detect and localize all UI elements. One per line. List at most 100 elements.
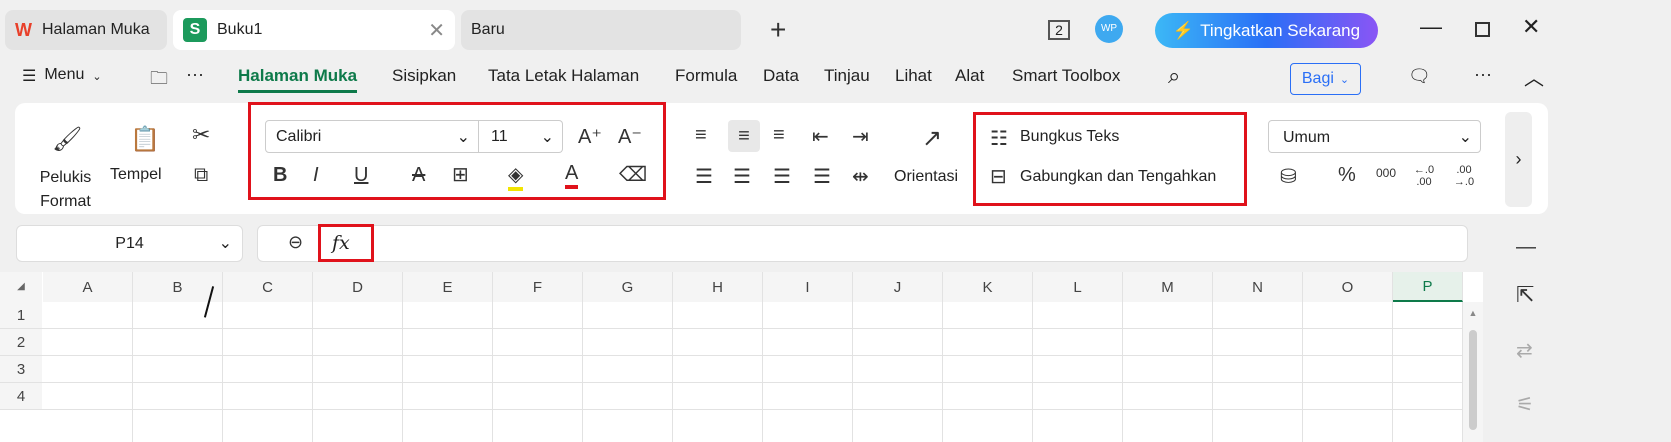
column-header-g[interactable]: G bbox=[583, 272, 673, 302]
gridline bbox=[762, 302, 763, 442]
increase-indent-icon[interactable]: ⇥ bbox=[852, 124, 869, 149]
vertical-scrollbar[interactable]: ▲ bbox=[1463, 302, 1483, 442]
select-cursor-icon[interactable]: ⇱ bbox=[1516, 282, 1534, 308]
column-header-k[interactable]: K bbox=[943, 272, 1033, 302]
column-header-a[interactable]: A bbox=[43, 272, 133, 302]
align-right-icon[interactable]: ☰ bbox=[773, 164, 791, 189]
gridline bbox=[42, 409, 1463, 410]
align-bottom-icon[interactable]: ≡ bbox=[773, 124, 785, 147]
share-button[interactable]: Bagi ⌄ bbox=[1290, 63, 1361, 95]
chevron-down-icon: ⌄ bbox=[1458, 129, 1472, 146]
lightning-icon: ⚡ bbox=[1172, 20, 1195, 40]
collapse-panel-icon[interactable]: — bbox=[1516, 236, 1536, 259]
scroll-up-icon[interactable]: ▲ bbox=[1463, 308, 1483, 318]
name-box[interactable]: P14 ⌄ bbox=[16, 225, 243, 262]
row-header-3[interactable]: 3 bbox=[0, 356, 42, 383]
cell-ref: P14 bbox=[115, 235, 144, 252]
upgrade-button[interactable]: ⚡ Tingkatkan Sekarang bbox=[1155, 13, 1378, 48]
avatar[interactable]: WP bbox=[1095, 15, 1123, 43]
column-header-f[interactable]: F bbox=[493, 272, 583, 302]
menu-tab-insert[interactable]: Sisipkan bbox=[392, 66, 456, 86]
column-header-d[interactable]: D bbox=[313, 272, 403, 302]
currency-icon[interactable]: ⛁ bbox=[1280, 164, 1297, 189]
menu-tab-tools[interactable]: Alat bbox=[955, 66, 984, 86]
column-header-o[interactable]: O bbox=[1303, 272, 1393, 302]
row-header-1[interactable]: 1 bbox=[0, 302, 42, 329]
justify-icon[interactable]: ☰ bbox=[813, 164, 831, 189]
gridline bbox=[852, 302, 853, 442]
menu-tab-view[interactable]: Lihat bbox=[895, 66, 932, 86]
tab-home[interactable]: W Halaman Muka bbox=[5, 10, 167, 50]
gridline bbox=[132, 302, 133, 442]
menu-tab-review[interactable]: Tinjau bbox=[824, 66, 870, 86]
folder-icon[interactable]: 🗀 bbox=[150, 66, 168, 96]
percent-icon[interactable]: % bbox=[1338, 164, 1356, 187]
distributed-icon[interactable]: ⇹ bbox=[852, 164, 869, 189]
zoom-formula-icon[interactable]: ⊖ bbox=[288, 232, 303, 253]
font-group-highlight bbox=[248, 102, 666, 200]
format-painter-label[interactable]: Pelukis Format bbox=[28, 166, 103, 214]
formula-input[interactable] bbox=[257, 225, 1468, 262]
collapse-ribbon-icon[interactable]: ︿ bbox=[1524, 62, 1544, 91]
menu-tab-page-layout[interactable]: Tata Letak Halaman bbox=[488, 66, 639, 86]
column-header-m[interactable]: M bbox=[1123, 272, 1213, 302]
more-options-icon[interactable]: ··· bbox=[1474, 64, 1492, 85]
column-header-p[interactable]: P bbox=[1393, 272, 1463, 302]
orientation-button[interactable]: Orientasi bbox=[894, 168, 958, 186]
align-top-icon[interactable]: ≡ bbox=[695, 124, 707, 147]
scroll-thumb[interactable] bbox=[1469, 330, 1477, 430]
align-left-icon[interactable]: ☰ bbox=[695, 164, 713, 189]
menu-button[interactable]: ☰ Menu ⌄ bbox=[22, 66, 102, 86]
align-center-icon[interactable]: ☰ bbox=[733, 164, 751, 189]
close-tab-icon[interactable]: ✕ bbox=[428, 18, 445, 43]
minimize-button[interactable]: — bbox=[1420, 14, 1442, 40]
maximize-button[interactable] bbox=[1475, 22, 1490, 37]
paste-label[interactable]: Tempel bbox=[110, 166, 162, 184]
number-format-select[interactable]: Umum ⌄ bbox=[1268, 120, 1481, 153]
menu-tab-data[interactable]: Data bbox=[763, 66, 799, 86]
column-header-i[interactable]: I bbox=[763, 272, 853, 302]
new-tab-button[interactable]: + bbox=[770, 14, 786, 46]
comment-icon[interactable]: 🗨 bbox=[1408, 66, 1431, 87]
menu-tab-home[interactable]: Halaman Muka bbox=[238, 66, 358, 93]
search-icon[interactable]: ⌕ bbox=[1168, 63, 1180, 89]
row-header-4[interactable]: 4 bbox=[0, 383, 42, 410]
menu-tab-formula[interactable]: Formula bbox=[675, 66, 737, 86]
select-all-corner[interactable]: ◢ bbox=[0, 272, 42, 302]
format-painter-icon[interactable]: 🖌 bbox=[52, 125, 82, 154]
column-header-n[interactable]: N bbox=[1213, 272, 1303, 302]
close-window-button[interactable]: ✕ bbox=[1522, 14, 1540, 40]
paste-icon[interactable]: 📋 bbox=[130, 125, 160, 154]
gridline bbox=[1032, 302, 1033, 442]
column-header-j[interactable]: J bbox=[853, 272, 943, 302]
thousands-separator-icon[interactable]: 000 bbox=[1376, 166, 1396, 180]
tab-new[interactable]: Baru bbox=[461, 10, 741, 50]
copy-icon[interactable]: ⧉ bbox=[194, 164, 208, 187]
transfer-icon[interactable]: ⇄ bbox=[1516, 338, 1533, 363]
cut-icon[interactable]: ✂ bbox=[192, 122, 210, 148]
gridline bbox=[42, 328, 1463, 329]
column-header-l[interactable]: L bbox=[1033, 272, 1123, 302]
gridline bbox=[492, 302, 493, 442]
row-header-2[interactable]: 2 bbox=[0, 329, 42, 356]
settings-sliders-icon[interactable]: ⚟ bbox=[1516, 392, 1534, 417]
decrease-indent-icon[interactable]: ⇤ bbox=[812, 124, 829, 149]
window-count-icon[interactable]: 2 bbox=[1048, 20, 1070, 40]
chevron-down-icon: ⌄ bbox=[218, 235, 232, 252]
gridline bbox=[1302, 302, 1303, 442]
column-header-h[interactable]: H bbox=[673, 272, 763, 302]
column-header-e[interactable]: E bbox=[403, 272, 493, 302]
tab-label: Halaman Muka bbox=[42, 21, 150, 38]
tab-buku1[interactable]: S Buku1 ✕ bbox=[173, 10, 455, 50]
align-middle-icon[interactable]: ≡ bbox=[728, 120, 760, 152]
decrease-decimal-icon[interactable]: .00 →.0 bbox=[1452, 164, 1476, 188]
orientation-icon[interactable]: ↗ bbox=[922, 124, 942, 153]
hamburger-icon: ☰ bbox=[22, 68, 37, 85]
spreadsheet-icon: S bbox=[183, 18, 207, 42]
column-header-c[interactable]: C bbox=[223, 272, 313, 302]
more-icon[interactable]: ··· bbox=[186, 64, 204, 85]
gridline bbox=[1212, 302, 1213, 442]
increase-decimal-icon[interactable]: ←.0 .00 bbox=[1412, 164, 1436, 188]
ribbon-scroll-right[interactable]: › bbox=[1505, 112, 1532, 207]
menu-tab-smart-toolbox[interactable]: Smart Toolbox bbox=[1012, 66, 1120, 86]
